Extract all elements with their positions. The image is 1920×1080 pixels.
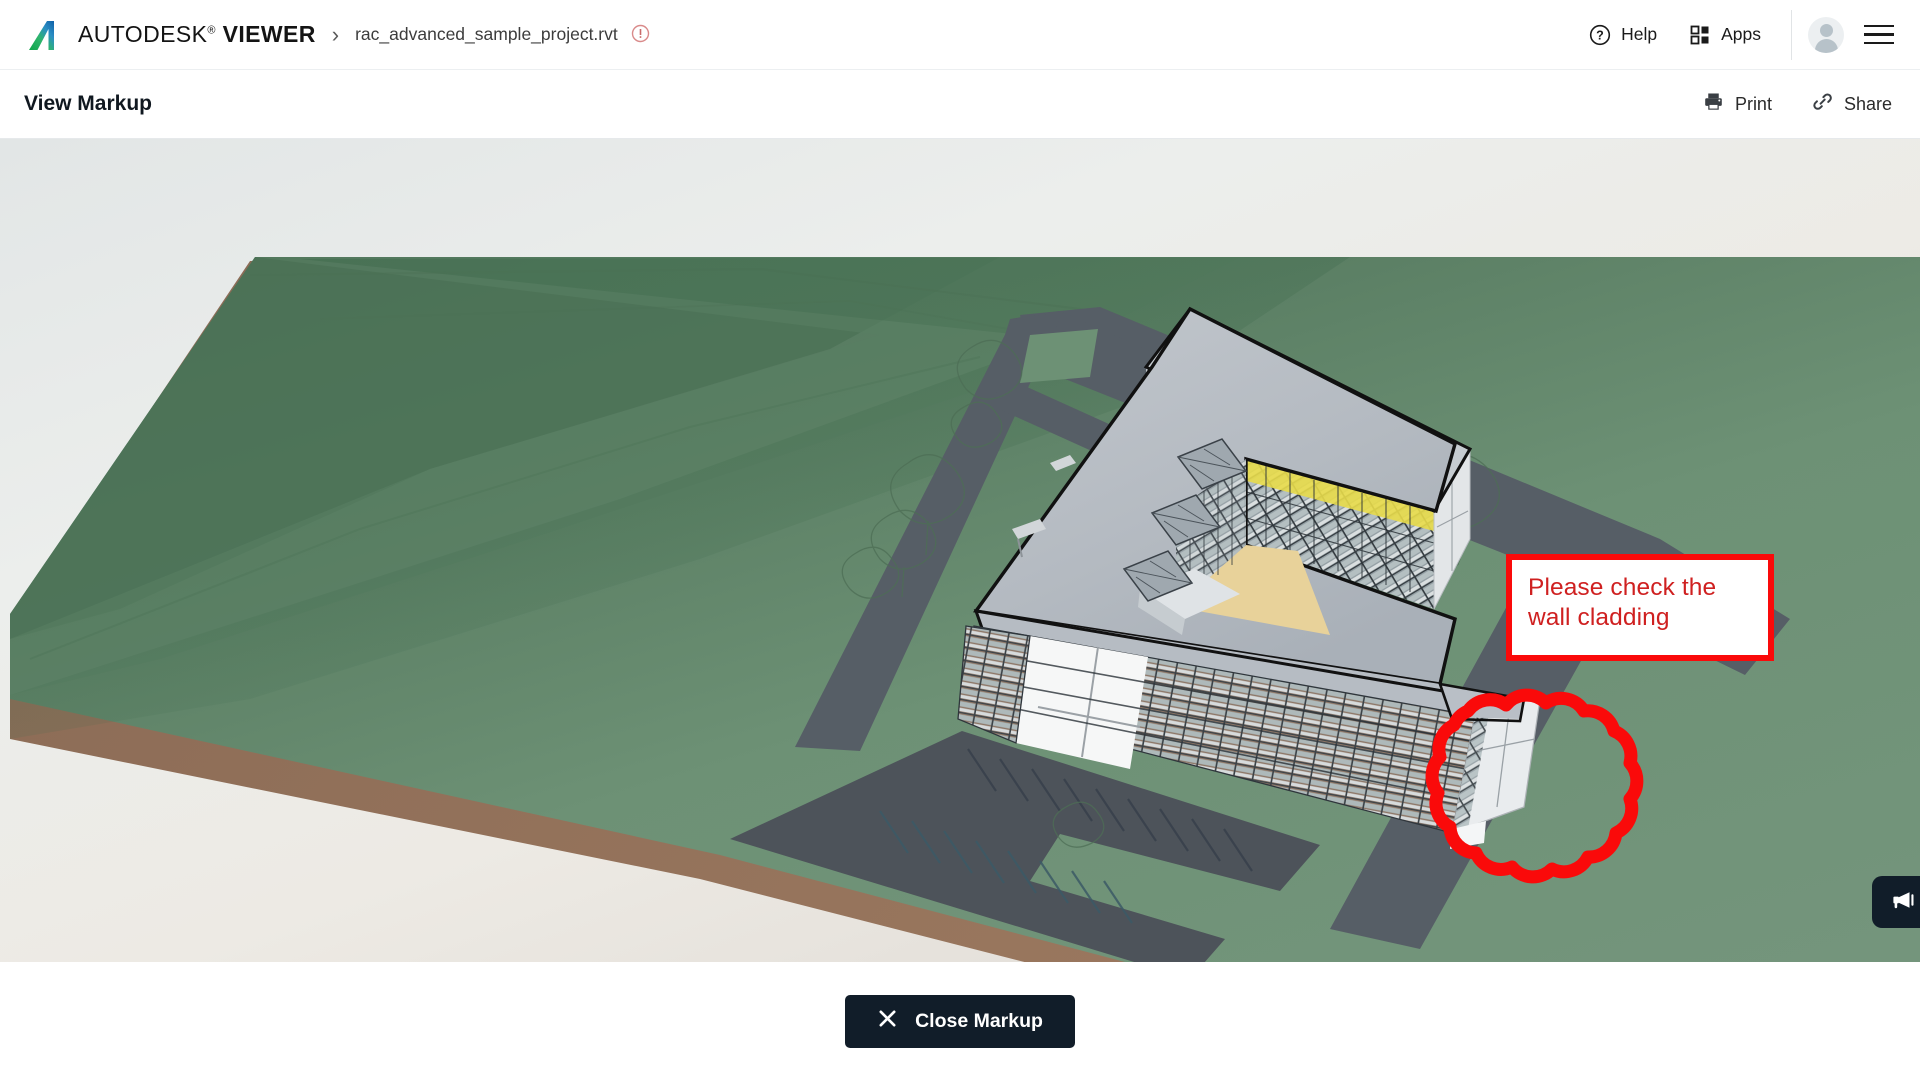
- apps-label: Apps: [1721, 24, 1761, 44]
- bottom-action-bar: Close Markup: [0, 962, 1920, 1080]
- brand-viewer: VIEWER: [222, 21, 316, 47]
- help-button[interactable]: ? Help: [1573, 0, 1673, 70]
- svg-text:?: ?: [1596, 28, 1604, 42]
- exclamation-circle-icon[interactable]: [631, 24, 650, 43]
- hamburger-line-3: [1864, 41, 1894, 45]
- header-left-group: AUTODESK® VIEWER › rac_advanced_sample_p…: [0, 18, 1573, 52]
- markup-callout-line-1: Please check the: [1528, 574, 1717, 601]
- top-header: AUTODESK® VIEWER › rac_advanced_sample_p…: [0, 0, 1920, 70]
- hamburger-line-2: [1864, 33, 1894, 36]
- megaphone-icon: [1888, 889, 1914, 916]
- markup-toolbar: View Markup Print Share: [0, 70, 1920, 139]
- user-avatar-icon[interactable]: [1808, 16, 1844, 53]
- share-button[interactable]: Share: [1792, 70, 1920, 139]
- avatar-body: [1814, 38, 1838, 53]
- close-markup-label: Close Markup: [915, 1009, 1043, 1032]
- header-divider: [1791, 9, 1792, 60]
- print-button[interactable]: Print: [1683, 70, 1792, 139]
- 3d-building-site-render: [10, 257, 1920, 962]
- apps-button[interactable]: Apps: [1673, 0, 1777, 70]
- announcement-widget[interactable]: [1872, 876, 1920, 928]
- brand-autodesk: AUTODESK: [78, 21, 208, 47]
- hamburger-menu-icon[interactable]: [1860, 24, 1898, 45]
- markup-text-callout[interactable]: Please check the wall cladding: [1506, 554, 1774, 661]
- printer-icon: [1703, 91, 1724, 117]
- header-right-group: ? Help Apps: [1573, 0, 1920, 70]
- share-label: Share: [1843, 93, 1892, 114]
- road-island-green: [1020, 329, 1098, 383]
- brand-trademark: ®: [207, 24, 216, 37]
- avatar-head: [1819, 23, 1833, 37]
- model-viewport[interactable]: Please check the wall cladding: [0, 139, 1920, 962]
- help-label: Help: [1621, 24, 1658, 44]
- file-name-label: rac_advanced_sample_project.rvt: [355, 24, 618, 44]
- question-circle-icon: ?: [1589, 24, 1611, 46]
- hamburger-line-1: [1864, 24, 1894, 28]
- link-chain-icon: [1812, 91, 1833, 117]
- breadcrumb-file[interactable]: rac_advanced_sample_project.rvt: [355, 24, 650, 45]
- brand-title: AUTODESK® VIEWER: [78, 21, 316, 48]
- breadcrumb-separator-icon: ›: [331, 21, 340, 47]
- close-markup-button[interactable]: Close Markup: [845, 994, 1075, 1048]
- markup-callout-line-2: wall cladding: [1528, 603, 1670, 631]
- close-x-icon: [877, 1008, 898, 1035]
- print-label: Print: [1734, 93, 1772, 114]
- page-title: View Markup: [24, 92, 152, 115]
- grid-squares-icon: [1689, 24, 1711, 46]
- autodesk-logo-icon[interactable]: [24, 18, 62, 52]
